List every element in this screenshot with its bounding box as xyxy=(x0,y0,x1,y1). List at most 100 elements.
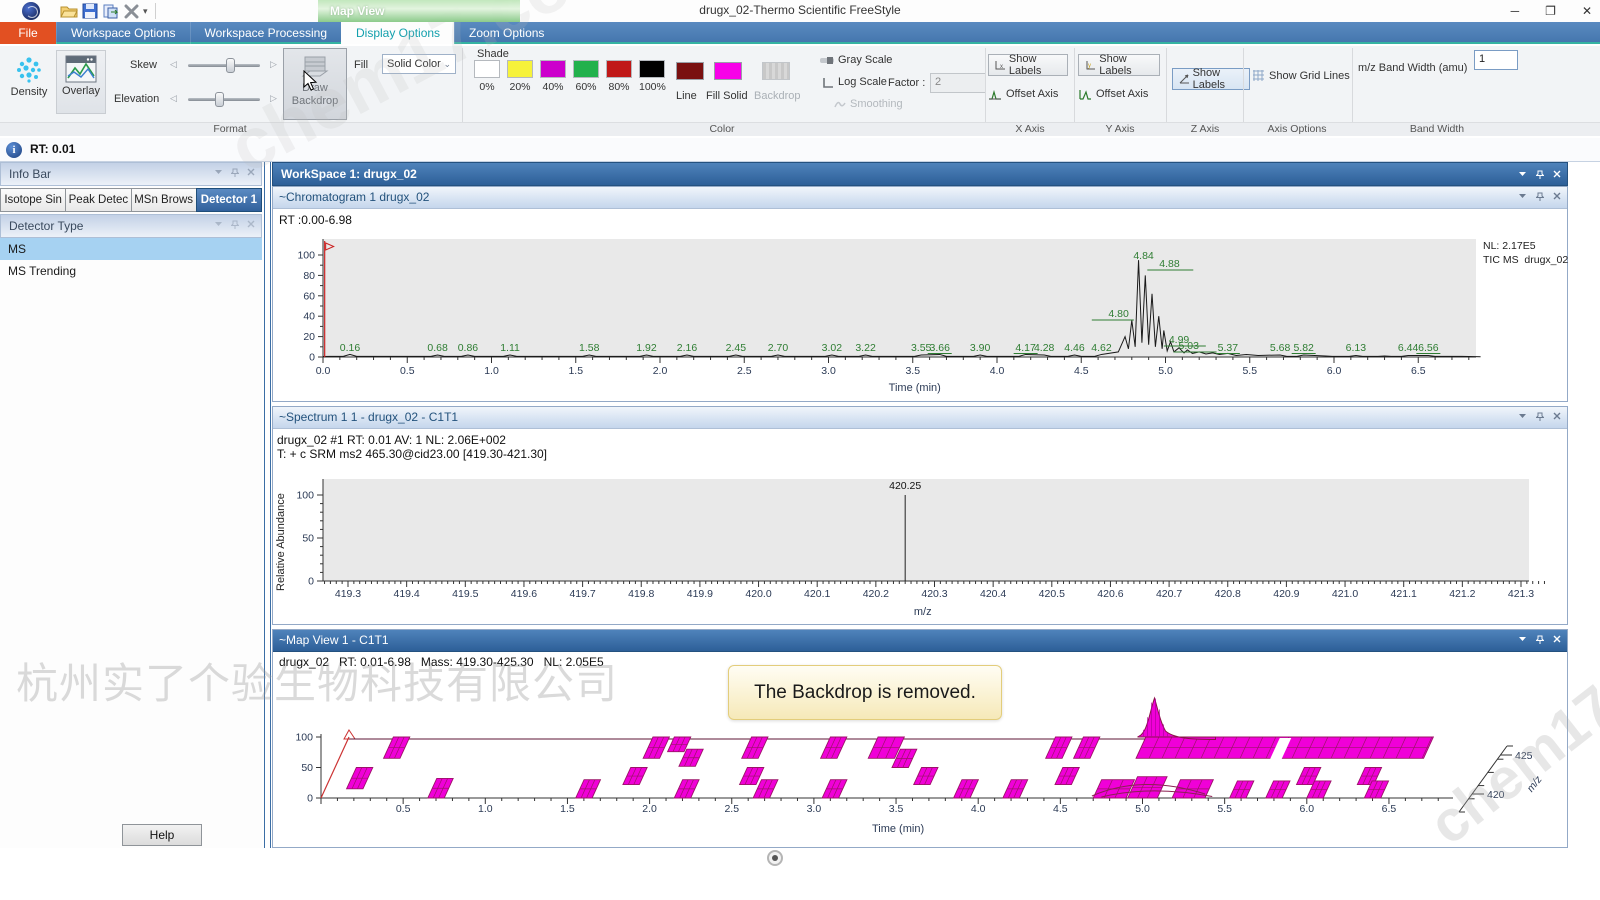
close-icon[interactable] xyxy=(247,220,255,228)
svg-text:420.25: 420.25 xyxy=(889,480,921,492)
chevron-down-icon[interactable] xyxy=(214,168,223,176)
close-icon[interactable] xyxy=(1553,412,1561,420)
shade-swatch-20%[interactable] xyxy=(507,60,533,78)
gray-scale-toggle[interactable]: Gray Scale xyxy=(820,54,892,66)
smoothing-checkbox: Smoothing xyxy=(834,98,903,110)
chevron-down-icon[interactable] xyxy=(214,220,223,228)
svg-text:100: 100 xyxy=(295,732,313,744)
close-icon[interactable] xyxy=(247,168,255,176)
map-view-panel: ~Map View 1 - C1T1 drugx_02 RT: 0.01-6.9… xyxy=(272,629,1568,848)
rt-status: RT: 0.01 xyxy=(30,142,75,156)
smoothing-label: Smoothing xyxy=(850,98,903,110)
close-icon[interactable] xyxy=(1553,635,1561,643)
overlay-button[interactable]: Overlay xyxy=(56,50,106,114)
gray-scale-label: Gray Scale xyxy=(838,54,892,66)
restore-button[interactable]: ❐ xyxy=(1545,4,1556,18)
map-view-header[interactable]: ~Map View 1 - C1T1 xyxy=(273,630,1567,652)
shade-swatch-label: 60% xyxy=(573,81,599,93)
chevron-down-icon[interactable] xyxy=(1518,192,1527,200)
line-color-label: Line xyxy=(676,90,697,102)
ribbon: Density Overlay Skew ◁ ▷ Elevation ◁ ▷ xyxy=(0,46,1600,136)
status-bar: i RT: 0.01 xyxy=(0,138,1600,162)
sidebar-tab-detector-1[interactable]: Detector 1 xyxy=(196,188,262,212)
y-axis-offset-button[interactable]: Offset Axis xyxy=(1078,88,1148,100)
density-button[interactable]: Density xyxy=(4,50,54,114)
pin-icon[interactable] xyxy=(1536,170,1544,179)
chevron-down-icon[interactable] xyxy=(1518,412,1527,420)
chevron-down-icon[interactable] xyxy=(1518,635,1527,643)
skew-left-arrow-icon[interactable]: ◁ xyxy=(170,59,177,70)
detector-item-ms[interactable]: MS xyxy=(0,238,262,260)
skew-right-arrow-icon[interactable]: ▷ xyxy=(270,59,277,70)
workspace: WorkSpace 1: drugx_02 ~Chromatogram 1 dr… xyxy=(272,162,1568,848)
svg-text:5.68: 5.68 xyxy=(1270,342,1291,354)
svg-text:2.70: 2.70 xyxy=(768,342,789,354)
skew-slider[interactable] xyxy=(188,64,260,67)
shade-swatch-40%[interactable] xyxy=(540,60,566,78)
tab-display-options[interactable]: Display Options xyxy=(341,22,454,44)
x-axis-offset-button[interactable]: Offset Axis xyxy=(988,88,1058,100)
spectrum-header[interactable]: ~Spectrum 1 1 - drugx_02 - C1T1 xyxy=(273,407,1567,429)
x-axis-group-label: X Axis xyxy=(1015,123,1044,135)
shade-swatch-0%[interactable] xyxy=(474,60,500,78)
skew-slider-thumb[interactable] xyxy=(226,58,235,73)
application-window: ▾ drugx_02-Thermo Scientific FreeStyle ─… xyxy=(0,0,1600,900)
help-button[interactable]: Help xyxy=(122,824,202,846)
pin-icon[interactable] xyxy=(231,168,239,177)
pin-icon[interactable] xyxy=(1536,192,1544,201)
svg-text:0: 0 xyxy=(308,576,314,588)
elevation-left-arrow-icon[interactable]: ◁ xyxy=(170,93,177,104)
svg-text:4.0: 4.0 xyxy=(990,365,1005,377)
svg-text:420.6: 420.6 xyxy=(1097,588,1123,600)
detector-item-ms-trending[interactable]: MS Trending xyxy=(0,260,262,282)
line-color-chip[interactable] xyxy=(676,62,704,80)
elevation-slider-thumb[interactable] xyxy=(215,92,224,107)
y-axis-show-labels-button[interactable]: y Show Labels xyxy=(1078,54,1160,76)
x-axis-show-labels-button[interactable]: x Show Labels xyxy=(988,54,1068,76)
pin-icon[interactable] xyxy=(231,220,239,229)
svg-text:3.02: 3.02 xyxy=(822,342,843,354)
chromatogram-plot[interactable]: 0204060801000.00.51.01.52.02.53.03.54.04… xyxy=(273,213,1567,403)
fill-solid-color-chip[interactable] xyxy=(714,62,742,80)
tab-workspace-options[interactable]: Workspace Options xyxy=(56,22,190,44)
factor-input[interactable]: 2 xyxy=(930,73,986,93)
band-width-label: m/z Band Width (amu) xyxy=(1358,62,1467,74)
close-icon[interactable] xyxy=(1553,170,1561,178)
svg-text:5.37: 5.37 xyxy=(1218,342,1239,354)
tab-zoom-options[interactable]: Zoom Options xyxy=(454,22,558,44)
log-scale-checkbox[interactable]: Log Scale xyxy=(822,76,887,88)
shade-swatch-60%[interactable] xyxy=(573,60,599,78)
show-grid-lines-button[interactable]: Show Grid Lines xyxy=(1252,70,1350,82)
svg-text:420.0: 420.0 xyxy=(745,588,771,600)
chevron-down-icon[interactable] xyxy=(1518,170,1527,178)
z-axis-show-labels-button[interactable]: Show Labels xyxy=(1172,68,1250,90)
svg-text:419.8: 419.8 xyxy=(628,588,654,600)
chromatogram-header[interactable]: ~Chromatogram 1 drugx_02 xyxy=(273,187,1567,209)
close-icon[interactable] xyxy=(1553,192,1561,200)
fill-solid-color-label: Fill Solid xyxy=(706,90,748,102)
svg-text:6.44: 6.44 xyxy=(1398,342,1419,354)
close-button[interactable]: ✕ xyxy=(1582,4,1592,18)
workspace-header[interactable]: WorkSpace 1: drugx_02 xyxy=(272,162,1568,186)
band-width-input[interactable]: 1 xyxy=(1474,50,1518,70)
tab-workspace-processing[interactable]: Workspace Processing xyxy=(190,22,342,44)
svg-text:0: 0 xyxy=(309,352,315,364)
shade-swatch-80%[interactable] xyxy=(606,60,632,78)
info-icon: i xyxy=(6,142,22,158)
elevation-slider[interactable] xyxy=(188,98,260,101)
sidebar-tab-isotope-sin[interactable]: Isotope Sin xyxy=(0,188,65,212)
panel-splitter[interactable] xyxy=(264,162,271,848)
sidebar-tab-peak-detec[interactable]: Peak Detec xyxy=(65,188,130,212)
elevation-right-arrow-icon[interactable]: ▷ xyxy=(270,93,277,104)
svg-text:4.17: 4.17 xyxy=(1015,342,1036,354)
tab-file[interactable]: File xyxy=(0,22,56,44)
sidebar-tab-msn-brows[interactable]: MSn Brows xyxy=(131,188,196,212)
spectrum-plot[interactable]: 050100419.3419.4419.5419.6419.7419.8419.… xyxy=(273,463,1567,623)
svg-text:421.3: 421.3 xyxy=(1508,588,1534,600)
pin-icon[interactable] xyxy=(1536,635,1544,644)
shade-swatch-100%[interactable] xyxy=(639,60,665,78)
backdrop-color-chip xyxy=(762,62,790,80)
fill-style-dropdown[interactable]: Solid Color ⌄ xyxy=(382,54,456,74)
minimize-button[interactable]: ─ xyxy=(1511,4,1520,18)
pin-icon[interactable] xyxy=(1536,412,1544,421)
